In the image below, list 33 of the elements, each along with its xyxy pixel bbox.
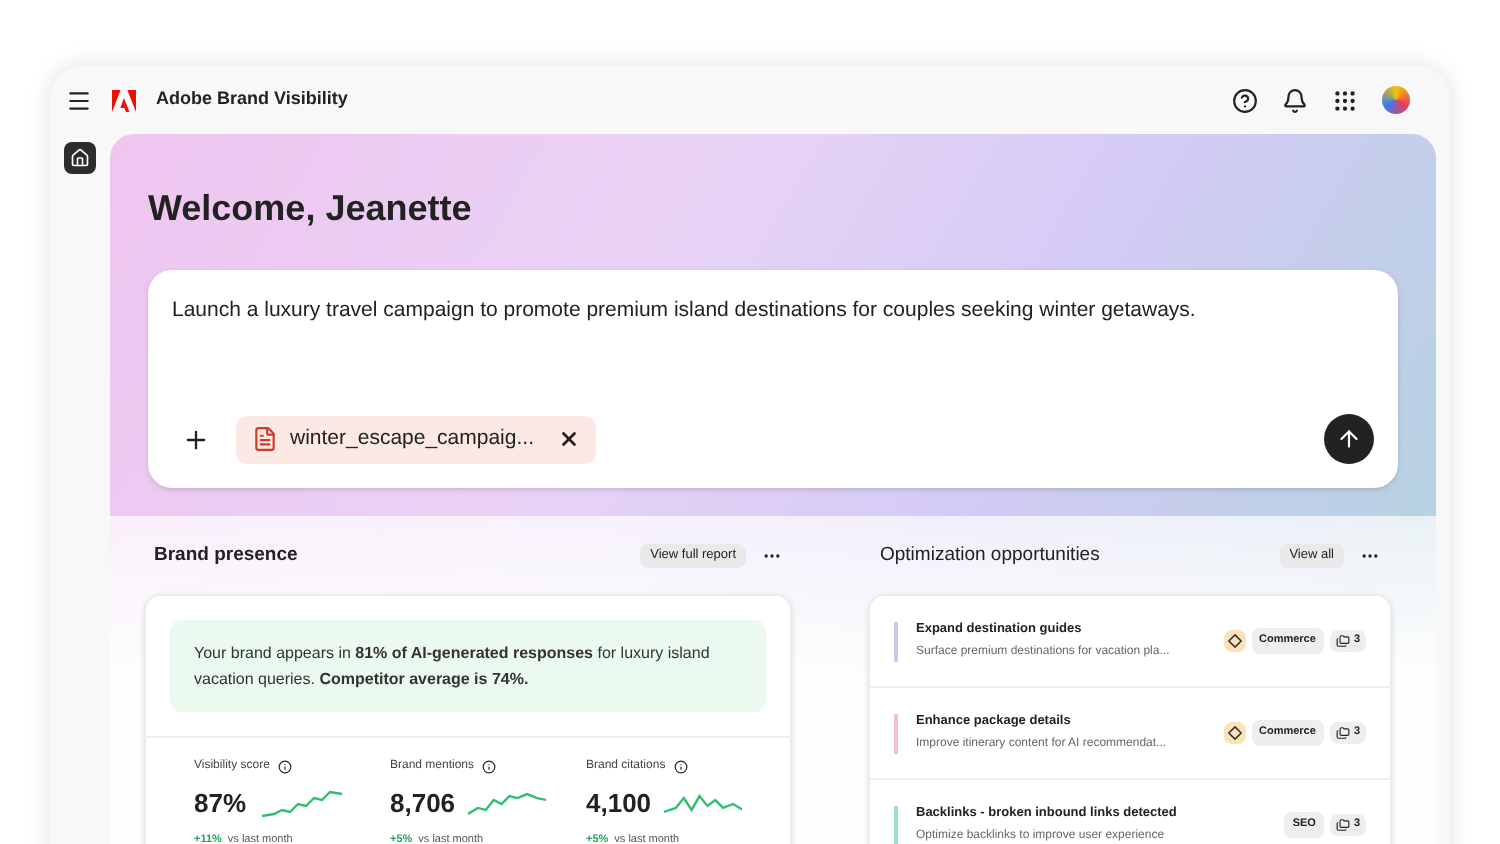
home-button[interactable] xyxy=(64,142,96,174)
close-icon[interactable] xyxy=(558,428,580,450)
help-icon[interactable] xyxy=(1232,87,1258,113)
folders-icon xyxy=(1335,634,1350,648)
sparkline-drawing xyxy=(258,787,347,820)
welcome-heading: Welcome, Jeanette xyxy=(148,186,474,232)
info-icon[interactable] xyxy=(673,760,688,774)
attachment-name: winter_escape_campaig... xyxy=(290,423,534,454)
info-icon[interactable] xyxy=(277,760,292,774)
notifications-icon[interactable] xyxy=(1282,87,1308,113)
arrow-up-icon xyxy=(1336,426,1362,452)
metric-value: 4,100 xyxy=(586,786,652,822)
prompt-text: Launch a luxury travel campaign to promote premium island destinations for couples seeking winter getaways. xyxy=(172,296,1198,326)
logo-icon xyxy=(112,89,136,111)
avatar[interactable] xyxy=(1382,86,1410,114)
file-icon xyxy=(252,426,278,452)
info-icon[interactable] xyxy=(482,760,497,774)
folders-icon xyxy=(1335,726,1350,740)
folders-icon xyxy=(1335,818,1350,832)
summary-text: Your brand appears in 81% of AI-generated responses for luxury island vacation queries. Competitor average is 74%. xyxy=(170,620,766,712)
metric-value: 8,706 xyxy=(390,786,456,822)
sparkline-drawing xyxy=(467,787,546,820)
metric-value: 87% xyxy=(194,786,247,822)
apps-grid-icon[interactable] xyxy=(1332,87,1358,113)
attachment-chip[interactable]: winter_escape_campaig... xyxy=(236,415,596,463)
section-title: Brand presence xyxy=(154,541,300,570)
prompt-box[interactable]: Launch a luxury travel campaign to promote premium island destinations for couples seeking winter getaways. winter_escape_campaig... xyxy=(148,270,1398,488)
section-title: Optimization opportunities xyxy=(880,541,1102,570)
send-button[interactable] xyxy=(1324,414,1374,464)
home-icon xyxy=(70,148,90,168)
menu-icon[interactable] xyxy=(66,87,92,113)
app-title: Adobe Brand Visibility xyxy=(156,86,348,113)
add-icon[interactable] xyxy=(182,425,210,453)
